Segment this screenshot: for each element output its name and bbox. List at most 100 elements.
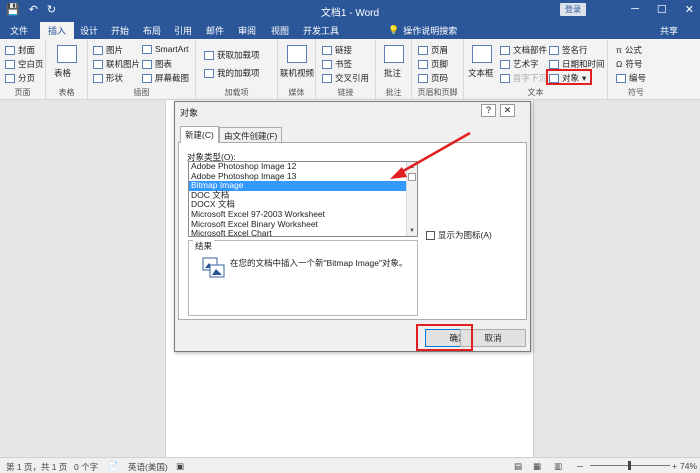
quickparts-icon	[500, 45, 510, 55]
header-button[interactable]: 页眉	[418, 44, 448, 56]
group-label: 表格	[58, 88, 75, 97]
page-number-button[interactable]: 页码	[418, 72, 448, 84]
wordart-icon	[500, 59, 510, 69]
share-button[interactable]: 共享	[660, 24, 678, 37]
dialog-title: 对象	[180, 108, 199, 118]
close-icon[interactable]: ✕	[685, 3, 694, 16]
tab-design[interactable]: 设计	[80, 24, 98, 37]
tell-me-search[interactable]: 💡 操作说明搜索	[388, 24, 457, 37]
group-tables: 表格 表格	[46, 39, 88, 100]
tab-review[interactable]: 审阅	[238, 24, 256, 37]
pictures-button[interactable]: 图片	[93, 44, 123, 56]
tab-developer[interactable]: 开发工具	[303, 24, 339, 37]
window-title: 文档1 - Word	[320, 8, 380, 19]
get-addins-button[interactable]: 获取加载项	[204, 49, 260, 61]
scrollbar[interactable]: ▲ ▼	[406, 162, 417, 236]
symbol-button[interactable]: Ω 符号	[616, 58, 642, 70]
wordart-button[interactable]: 艺术字	[500, 58, 539, 70]
number-icon	[616, 73, 626, 83]
quickparts-button[interactable]: 文档部件	[500, 44, 547, 56]
help-icon[interactable]: ?	[481, 104, 496, 117]
tab-layout[interactable]: 布局	[143, 24, 161, 37]
zoom-level[interactable]: 74%	[680, 461, 697, 471]
tab-create-new[interactable]: 新建(C)	[180, 126, 219, 143]
comment-button[interactable]: 批注	[384, 67, 401, 79]
online-pictures-button[interactable]: 联机图片	[93, 58, 140, 70]
smartart-button[interactable]: SmartArt	[142, 44, 189, 54]
object-type-list[interactable]: Adobe Photoshop Image 12 Adobe Photoshop …	[188, 161, 418, 237]
group-addins: 获取加载项 我的加载项 加载项	[196, 39, 278, 100]
macro-icon[interactable]: ▣	[176, 461, 184, 472]
ok-highlight-box	[416, 324, 473, 351]
dialog-close-icon[interactable]: ✕	[500, 104, 515, 117]
list-item[interactable]: Microsoft Excel Chart	[189, 229, 417, 236]
group-label: 符号	[628, 88, 644, 97]
group-label: 插图	[133, 88, 150, 97]
tab-references[interactable]: 引用	[174, 24, 192, 37]
tab-mailings[interactable]: 邮件	[206, 24, 224, 37]
group-media: 联机视频 媒体	[278, 39, 316, 100]
blank-page-button[interactable]: 空白页	[5, 58, 44, 70]
web-layout-icon[interactable]: ▥	[554, 461, 562, 472]
zoom-in-button[interactable]: +	[672, 461, 677, 471]
tab-insert[interactable]: 插入	[40, 22, 75, 39]
shapes-button[interactable]: 形状	[93, 72, 123, 84]
equation-button[interactable]: π 公式	[616, 44, 642, 56]
group-label: 媒体	[288, 88, 305, 97]
scroll-down-icon[interactable]: ▼	[407, 226, 417, 236]
tab-create-from-file[interactable]: 由文件创建(F)	[219, 127, 283, 142]
footer-button[interactable]: 页脚	[418, 58, 448, 70]
textbox-button[interactable]: 文本框	[468, 67, 494, 79]
addins-icon	[204, 68, 214, 78]
number-button[interactable]: 编号	[616, 72, 646, 84]
proofing-icon[interactable]: 📄	[108, 461, 119, 472]
login-button[interactable]: 登录	[560, 3, 586, 16]
cover-page-button[interactable]: 封面	[5, 44, 35, 56]
checkbox[interactable]	[426, 230, 435, 240]
link-button[interactable]: 链接	[322, 44, 352, 56]
dropcap-button[interactable]: 首字下沉	[500, 72, 547, 84]
word-count[interactable]: 0 个字	[74, 461, 98, 473]
zoom-thumb[interactable]	[628, 461, 631, 470]
print-layout-icon[interactable]: ▦	[533, 461, 541, 472]
group-label: 加载项	[224, 88, 249, 97]
online-picture-icon	[93, 59, 103, 69]
table-button[interactable]: 表格	[54, 67, 71, 79]
group-pages: 封面 空白页 分页 页面	[0, 39, 46, 100]
result-description: 在您的文档中插入一个新"Bitmap Image"对象。	[230, 258, 408, 268]
chart-icon	[142, 59, 152, 69]
screenshot-icon	[142, 73, 152, 83]
pi-icon: π	[616, 45, 622, 55]
screenshot-button[interactable]: 屏幕截图	[142, 72, 189, 84]
read-mode-icon[interactable]: ▤	[514, 461, 522, 472]
zoom-out-button[interactable]: ─	[577, 461, 583, 471]
page-break-button[interactable]: 分页	[5, 72, 35, 84]
header-icon	[418, 45, 428, 55]
bookmark-button[interactable]: 书签	[322, 58, 352, 70]
group-label: 链接	[337, 88, 354, 97]
page-count[interactable]: 第 1 页，共 1 页	[6, 461, 67, 473]
cover-icon	[5, 45, 15, 55]
tab-view[interactable]: 视图	[271, 24, 289, 37]
tell-me-label: 操作说明搜索	[403, 26, 458, 36]
group-symbols: π 公式 Ω 符号 编号 符号	[608, 39, 664, 100]
restore-icon[interactable]: ☐	[657, 3, 667, 16]
online-video-button[interactable]: 联机视频	[280, 67, 314, 79]
signature-line-button[interactable]: 签名行	[549, 44, 588, 56]
scroll-thumb[interactable]	[408, 173, 416, 181]
page-break-icon	[5, 73, 15, 83]
minimize-icon[interactable]: ─	[631, 3, 639, 16]
table-icon	[57, 45, 77, 63]
show-as-icon-checkbox[interactable]: 显示为图标(A)	[426, 229, 492, 241]
chart-button[interactable]: 图表	[142, 58, 172, 70]
scroll-up-icon[interactable]: ▲	[407, 162, 417, 172]
group-text: 文本框 文档部件 艺术字 首字下沉 签名行 日期和时间 对象 ▾ 文本	[464, 39, 608, 100]
language[interactable]: 英语(美国)	[128, 461, 168, 473]
picture-icon	[93, 45, 103, 55]
title-bar: 💾 ↶ ↻ 文档1 - Word 登录 ─ ☐ ✕	[0, 0, 700, 20]
cross-reference-button[interactable]: 交叉引用	[322, 72, 369, 84]
tab-file[interactable]: 文件	[10, 24, 28, 37]
tab-home[interactable]: 开始	[111, 24, 129, 37]
my-addins-button[interactable]: 我的加载项	[204, 67, 260, 79]
window-controls: ─ ☐ ✕	[631, 3, 694, 16]
